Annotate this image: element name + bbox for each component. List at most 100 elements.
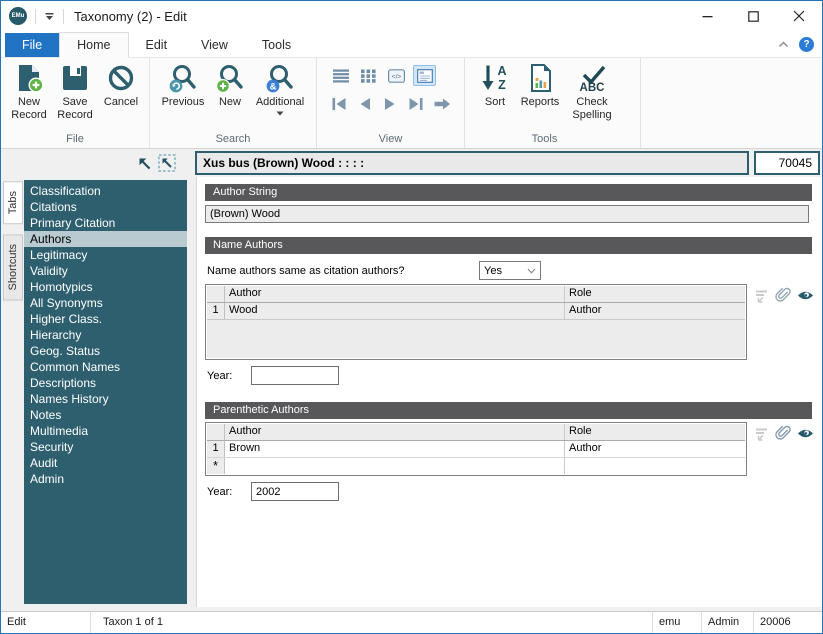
check-spelling-button[interactable]: ABC Check Spelling — [565, 61, 619, 122]
ribbon-collapse-icon[interactable] — [778, 35, 789, 53]
tab-home[interactable]: Home — [59, 32, 129, 58]
minimize-button[interactable] — [684, 1, 730, 31]
sidebar-item-notes[interactable]: Notes — [24, 407, 187, 423]
record-irn-field[interactable]: 70045 — [754, 151, 820, 175]
sidebar-item-authors[interactable]: Authors — [24, 231, 187, 247]
sidebar-item-higher-class[interactable]: Higher Class. — [24, 311, 187, 327]
column-header-role: Role — [569, 425, 592, 437]
eye-icon[interactable] — [797, 289, 814, 307]
sidebar-item-validity[interactable]: Validity — [24, 263, 187, 279]
row-number-cell[interactable]: 1 — [207, 303, 225, 319]
eye-icon[interactable] — [797, 427, 814, 445]
ribbon-tab-row: File Home Edit View Tools ? — [1, 31, 822, 58]
sidebar-item-classification[interactable]: Classification — [24, 183, 187, 199]
previous-search-icon — [169, 65, 196, 93]
parenthetic-authors-year-input[interactable] — [251, 482, 339, 501]
sort-button[interactable]: A Z Sort — [475, 61, 515, 109]
new-row-marker[interactable]: * — [207, 458, 225, 474]
tab-file[interactable]: File — [5, 33, 60, 57]
name-authors-table: Author Role 1 Wood Author — [205, 284, 747, 360]
marquee-select-tool-icon[interactable] — [158, 154, 176, 177]
code-view-icon[interactable]: </> — [385, 65, 408, 86]
autofill-icon-disabled — [754, 288, 769, 309]
author-cell[interactable]: Wood — [225, 303, 565, 319]
author-cell[interactable]: Brown — [225, 441, 565, 457]
column-header-rownum — [207, 424, 225, 440]
goto-record-icon[interactable] — [431, 93, 452, 114]
sidebar-item-all-synonyms[interactable]: All Synonyms — [24, 295, 187, 311]
table-empty-area — [207, 320, 745, 358]
grid-view-icon[interactable] — [357, 65, 380, 86]
sidebar-item-homotypics[interactable]: Homotypics — [24, 279, 187, 295]
author-cell-empty[interactable] — [225, 458, 565, 474]
sidebar-item-admin[interactable]: Admin — [24, 471, 187, 487]
author-string-input[interactable] — [205, 205, 809, 223]
vertical-tab-tabs[interactable]: Tabs — [3, 181, 23, 225]
new-record-icon — [19, 65, 44, 93]
app-window: EMu Taxonomy (2) - Edit File Home Edit V… — [0, 0, 823, 634]
tab-view[interactable]: View — [184, 33, 245, 57]
sidebar-item-common-names[interactable]: Common Names — [24, 359, 187, 375]
title-bar: EMu Taxonomy (2) - Edit — [1, 1, 822, 31]
titlebar-separator — [63, 8, 64, 24]
last-record-icon[interactable] — [406, 93, 427, 114]
role-cell[interactable]: Author — [565, 441, 745, 457]
autofill-icon-disabled — [754, 426, 769, 447]
sidebar-item-legitimacy[interactable]: Legitimacy — [24, 247, 187, 263]
sidebar-item-multimedia[interactable]: Multimedia — [24, 423, 187, 439]
previous-search-button[interactable]: Previous — [155, 61, 211, 109]
sidebar-item-names-history[interactable]: Names History — [24, 391, 187, 407]
section-header-name-authors: Name Authors — [205, 237, 812, 254]
record-summary-field[interactable]: Xus bus (Brown) Wood : : : : — [195, 151, 749, 175]
additional-search-icon: & — [266, 65, 293, 93]
previous-record-icon[interactable] — [355, 93, 376, 114]
row-number-cell[interactable]: 1 — [207, 441, 225, 457]
ribbon-group-label-file: File — [66, 133, 84, 145]
section-header-parenthetic-authors: Parenthetic Authors — [205, 402, 812, 419]
next-record-icon[interactable] — [380, 93, 401, 114]
close-button[interactable] — [776, 1, 822, 31]
role-cell-empty[interactable] — [565, 458, 745, 474]
status-record-position: Taxon 1 of 1 — [103, 616, 163, 628]
new-search-icon — [216, 65, 243, 93]
cancel-button[interactable]: Cancel — [98, 61, 144, 109]
sort-icon: A Z — [482, 64, 507, 92]
svg-text:</>: </> — [392, 73, 402, 80]
sidebar-item-hierarchy[interactable]: Hierarchy — [24, 327, 187, 343]
quick-access-dropdown-icon[interactable] — [44, 12, 55, 21]
sidebar-item-primary-citation[interactable]: Primary Citation — [24, 215, 187, 231]
maximize-button[interactable] — [730, 1, 776, 31]
attach-icon[interactable] — [775, 287, 791, 309]
vertical-tab-shortcuts[interactable]: Shortcuts — [3, 234, 23, 301]
same-as-citation-select[interactable]: Yes — [479, 261, 541, 280]
reports-button[interactable]: Reports — [515, 61, 565, 109]
sidebar-item-citations[interactable]: Citations — [24, 199, 187, 215]
tab-tools[interactable]: Tools — [245, 33, 308, 57]
role-cell[interactable]: Author — [565, 303, 745, 319]
help-icon[interactable]: ? — [799, 36, 814, 52]
ribbon-group-tools: A Z Sort Reports ABC Check Spelling Tool… — [465, 58, 641, 148]
save-record-button[interactable]: Save Record — [52, 61, 98, 122]
sidebar-item-geog-status[interactable]: Geog. Status — [24, 343, 187, 359]
new-search-button[interactable]: New — [211, 61, 249, 109]
sidebar-item-security[interactable]: Security — [24, 439, 187, 455]
record-header-strip: Xus bus (Brown) Wood : : : : 70045 — [1, 149, 822, 177]
column-header-author: Author — [225, 286, 565, 302]
new-record-button[interactable]: New Record — [6, 61, 52, 122]
status-mode: Edit — [1, 612, 91, 633]
pointer-tool-icon[interactable] — [137, 156, 152, 176]
sidebar-item-audit[interactable]: Audit — [24, 455, 187, 471]
status-bar: Edit Taxon 1 of 1 emu Admin 20006 — [1, 611, 822, 633]
column-header-author: Author — [225, 424, 565, 440]
list-view-icon[interactable] — [329, 65, 352, 86]
sidebar-item-descriptions[interactable]: Descriptions — [24, 375, 187, 391]
attach-icon[interactable] — [775, 425, 791, 447]
dropdown-caret-icon — [276, 111, 284, 116]
svg-text:Z: Z — [498, 78, 506, 92]
additional-search-button[interactable]: & Additional — [249, 61, 311, 119]
tab-edit[interactable]: Edit — [129, 33, 185, 57]
cancel-icon — [108, 65, 134, 91]
first-record-icon[interactable] — [329, 93, 350, 114]
name-authors-year-input[interactable] — [251, 366, 339, 385]
page-view-icon[interactable] — [413, 65, 436, 86]
